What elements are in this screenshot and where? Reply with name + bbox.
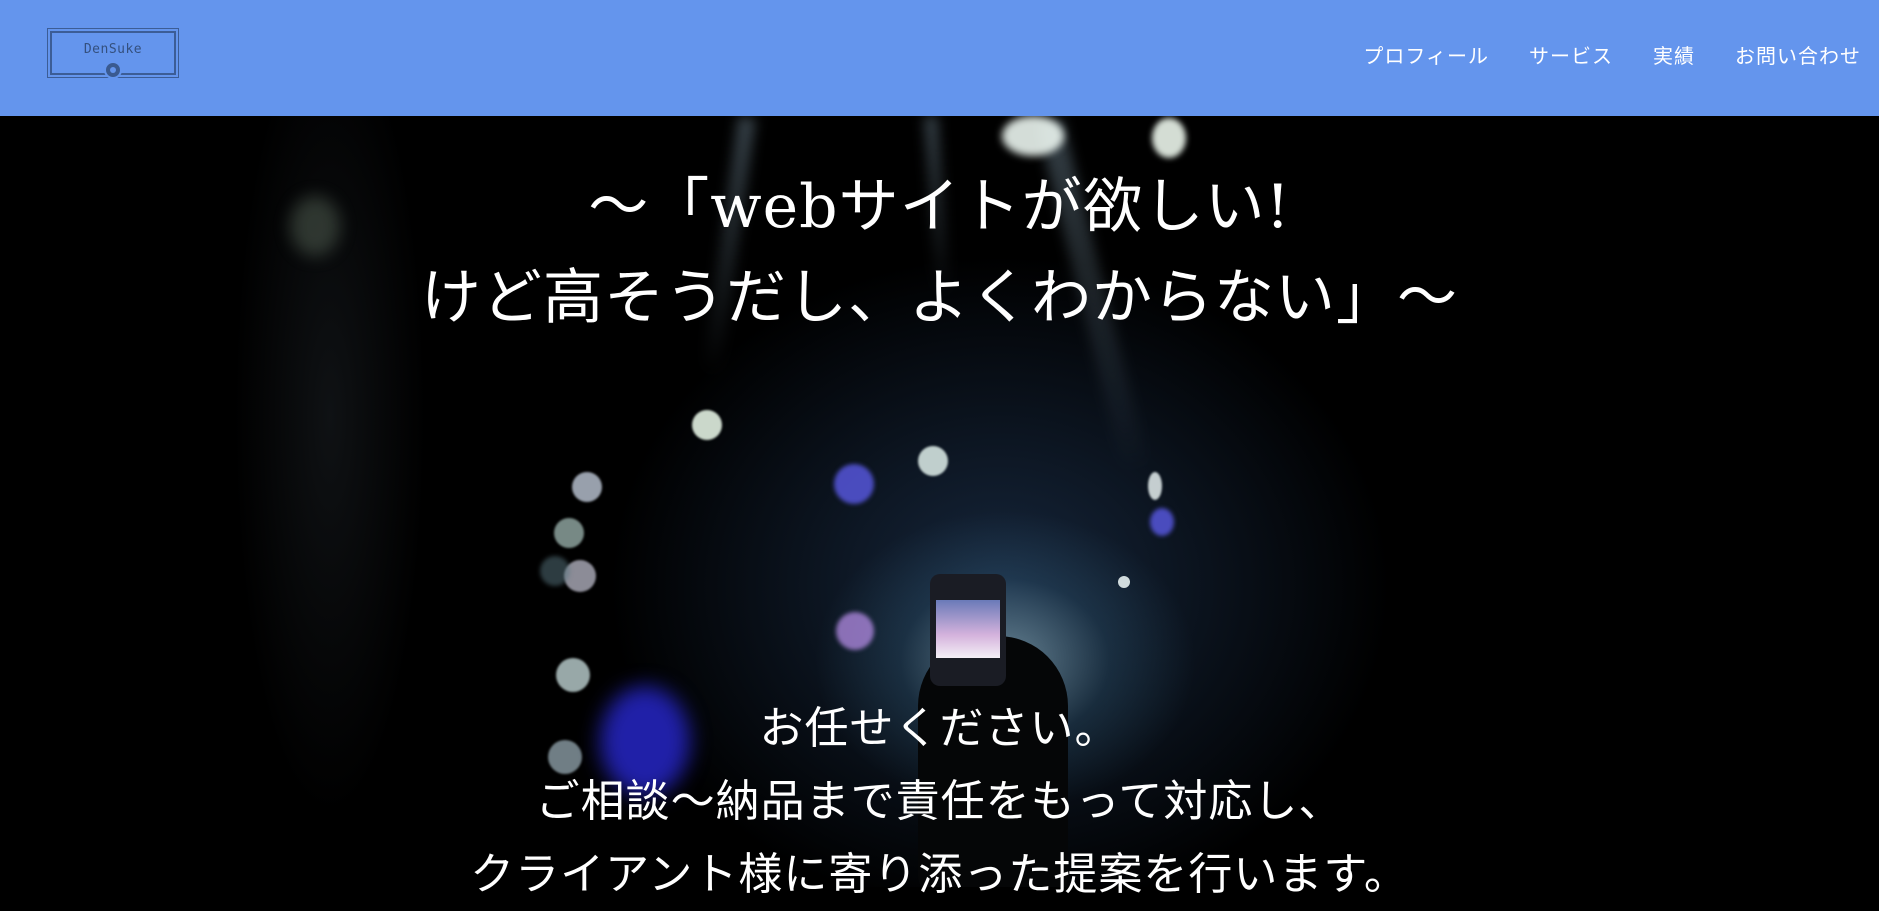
- bokeh-light: [1152, 118, 1186, 158]
- nav-item-works[interactable]: 実績: [1653, 40, 1695, 69]
- body-line: クライアント様に寄り添った提案を行います。: [470, 849, 1409, 900]
- phone-silhouette: [930, 574, 1006, 686]
- bokeh-light: [1150, 508, 1174, 536]
- hero-headline: 〜「webサイトが欲しい! けど高そうだし、よくわからない」〜: [0, 162, 1879, 344]
- bokeh-light: [1118, 576, 1130, 588]
- bokeh-light: [1148, 472, 1162, 500]
- main-nav: プロフィール サービス 実績 お問い合わせ: [1323, 40, 1861, 69]
- bokeh-light: [918, 446, 948, 476]
- hero-body-text: お任せください。 ご相談〜納品まで責任をもって対応し、 クライアント様に寄り添っ…: [0, 692, 1879, 911]
- phone-screen: [936, 600, 1000, 658]
- bokeh-light: [554, 518, 584, 548]
- logo-text: DenSuke: [83, 42, 143, 57]
- bokeh-light: [556, 658, 590, 692]
- site-header: DenSuke プロフィール サービス 実績 お問い合わせ: [0, 0, 1879, 116]
- headline-line: 〜「webサイトが欲しい!: [588, 172, 1291, 242]
- headline-line: けど高そうだし、よくわからない」〜: [421, 263, 1458, 333]
- logo-mark-icon: [104, 61, 122, 79]
- bokeh-light: [1002, 116, 1064, 156]
- bokeh-light: [572, 472, 602, 502]
- bokeh-light: [836, 612, 874, 650]
- nav-item-service[interactable]: サービス: [1529, 40, 1613, 69]
- nav-item-contact[interactable]: お問い合わせ: [1735, 40, 1861, 69]
- body-line: お任せください。: [759, 703, 1120, 754]
- bokeh-light: [540, 556, 570, 586]
- bokeh-light: [692, 410, 722, 440]
- body-line: ご相談〜納品まで責任をもって対応し、: [535, 776, 1344, 827]
- nav-item-profile[interactable]: プロフィール: [1363, 40, 1489, 69]
- bokeh-light: [834, 464, 874, 504]
